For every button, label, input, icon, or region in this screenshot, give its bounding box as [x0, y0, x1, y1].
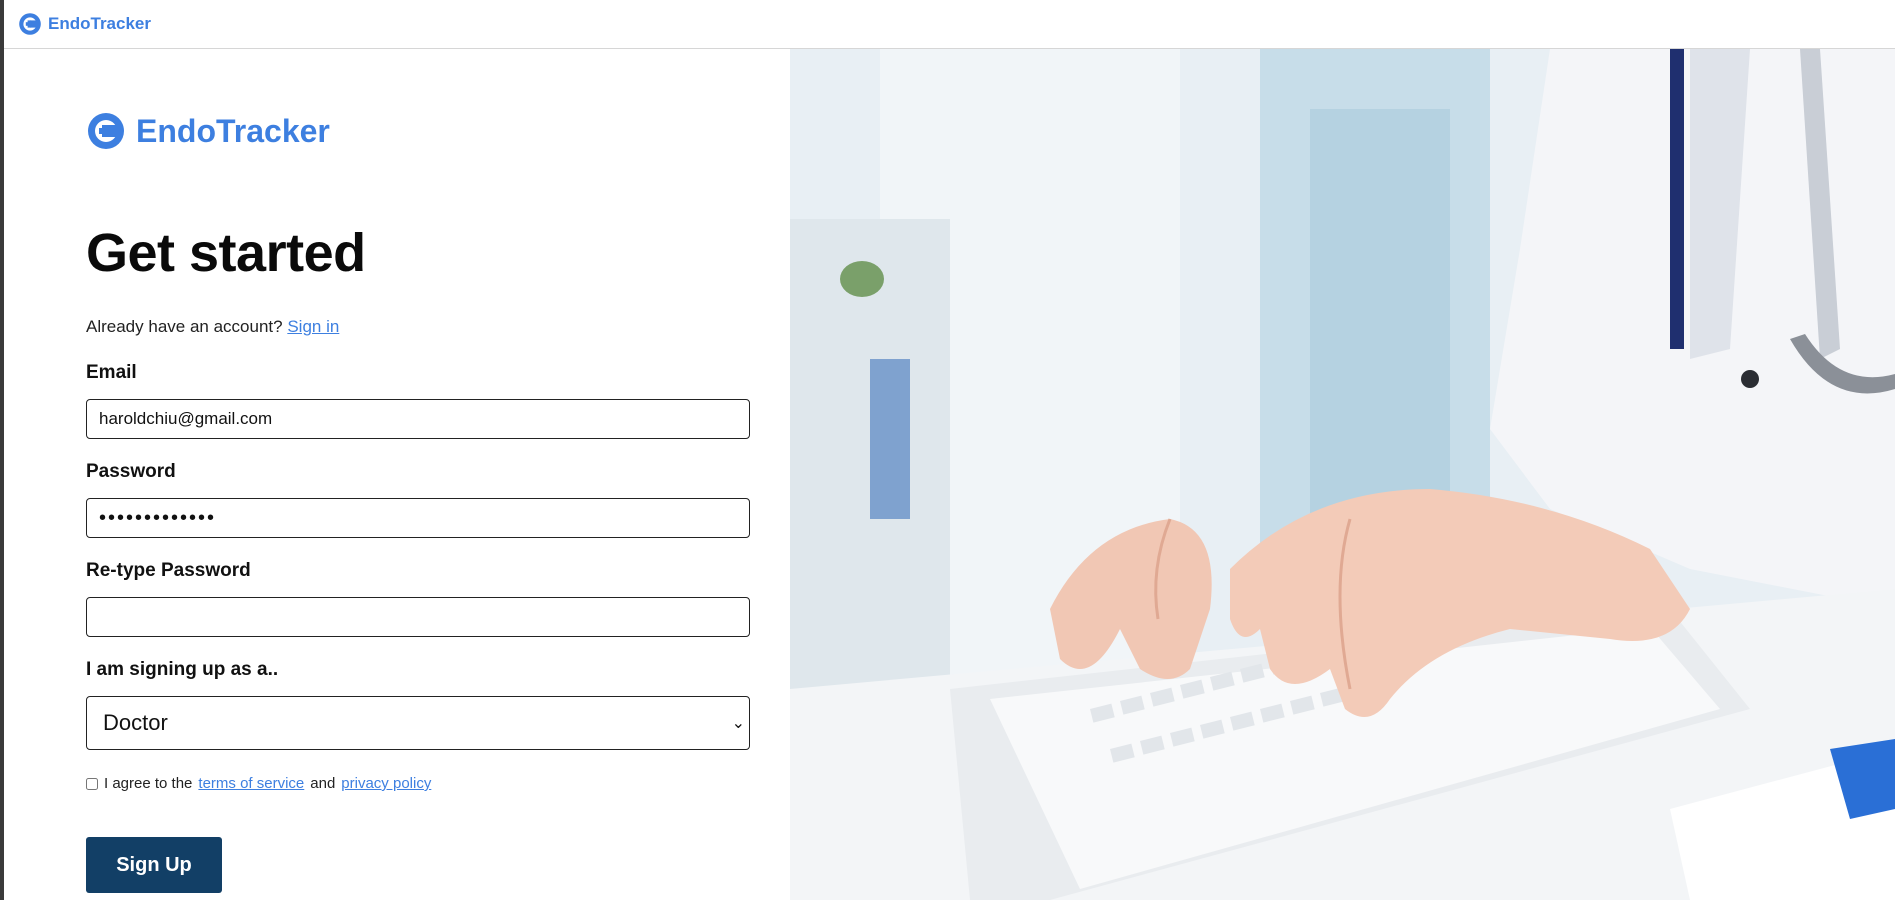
password-field[interactable]: •••••••••••••	[86, 498, 750, 538]
navbar-brand[interactable]: EndoTracker	[18, 12, 151, 36]
agree-and: and	[310, 775, 336, 792]
sign-up-button[interactable]: Sign Up	[86, 837, 222, 893]
endotracker-logo-icon	[19, 13, 41, 35]
role-label: I am signing up as a..	[86, 659, 279, 680]
agree-prefix: I agree to the	[104, 775, 193, 792]
sign-in-link[interactable]: Sign in	[287, 317, 339, 336]
signup-form-pane: EndoTracker Get started Already have an …	[4, 49, 790, 900]
have-account-text: Already have an account?	[86, 317, 283, 336]
doctor-typing-keyboard-photo	[790, 49, 1895, 900]
password-label: Password	[86, 461, 176, 482]
hero-image	[790, 49, 1895, 900]
page-title: Get started	[86, 223, 366, 283]
top-navbar: EndoTracker	[4, 0, 1895, 49]
role-select-value: Doctor	[103, 710, 168, 735]
endotracker-logo-icon	[88, 113, 124, 149]
privacy-policy-link[interactable]: privacy policy	[341, 775, 431, 792]
agree-row: I agree to the terms of service and priv…	[86, 775, 431, 792]
main-content: EndoTracker Get started Already have an …	[4, 49, 1895, 900]
retype-password-label: Re-type Password	[86, 560, 251, 581]
form-brand: EndoTracker	[86, 111, 330, 151]
terms-of-service-link[interactable]: terms of service	[198, 775, 304, 792]
navbar-brand-label: EndoTracker	[48, 14, 151, 33]
have-account-row: Already have an account? Sign in	[86, 317, 339, 337]
email-field[interactable]	[86, 399, 750, 439]
retype-password-field[interactable]	[86, 597, 750, 637]
form-brand-label: EndoTracker	[136, 112, 330, 149]
agree-checkbox[interactable]	[86, 777, 98, 790]
email-label: Email	[86, 362, 137, 383]
role-select[interactable]: Doctor ⌄	[86, 696, 750, 750]
chevron-down-icon: ⌄	[731, 715, 745, 732]
